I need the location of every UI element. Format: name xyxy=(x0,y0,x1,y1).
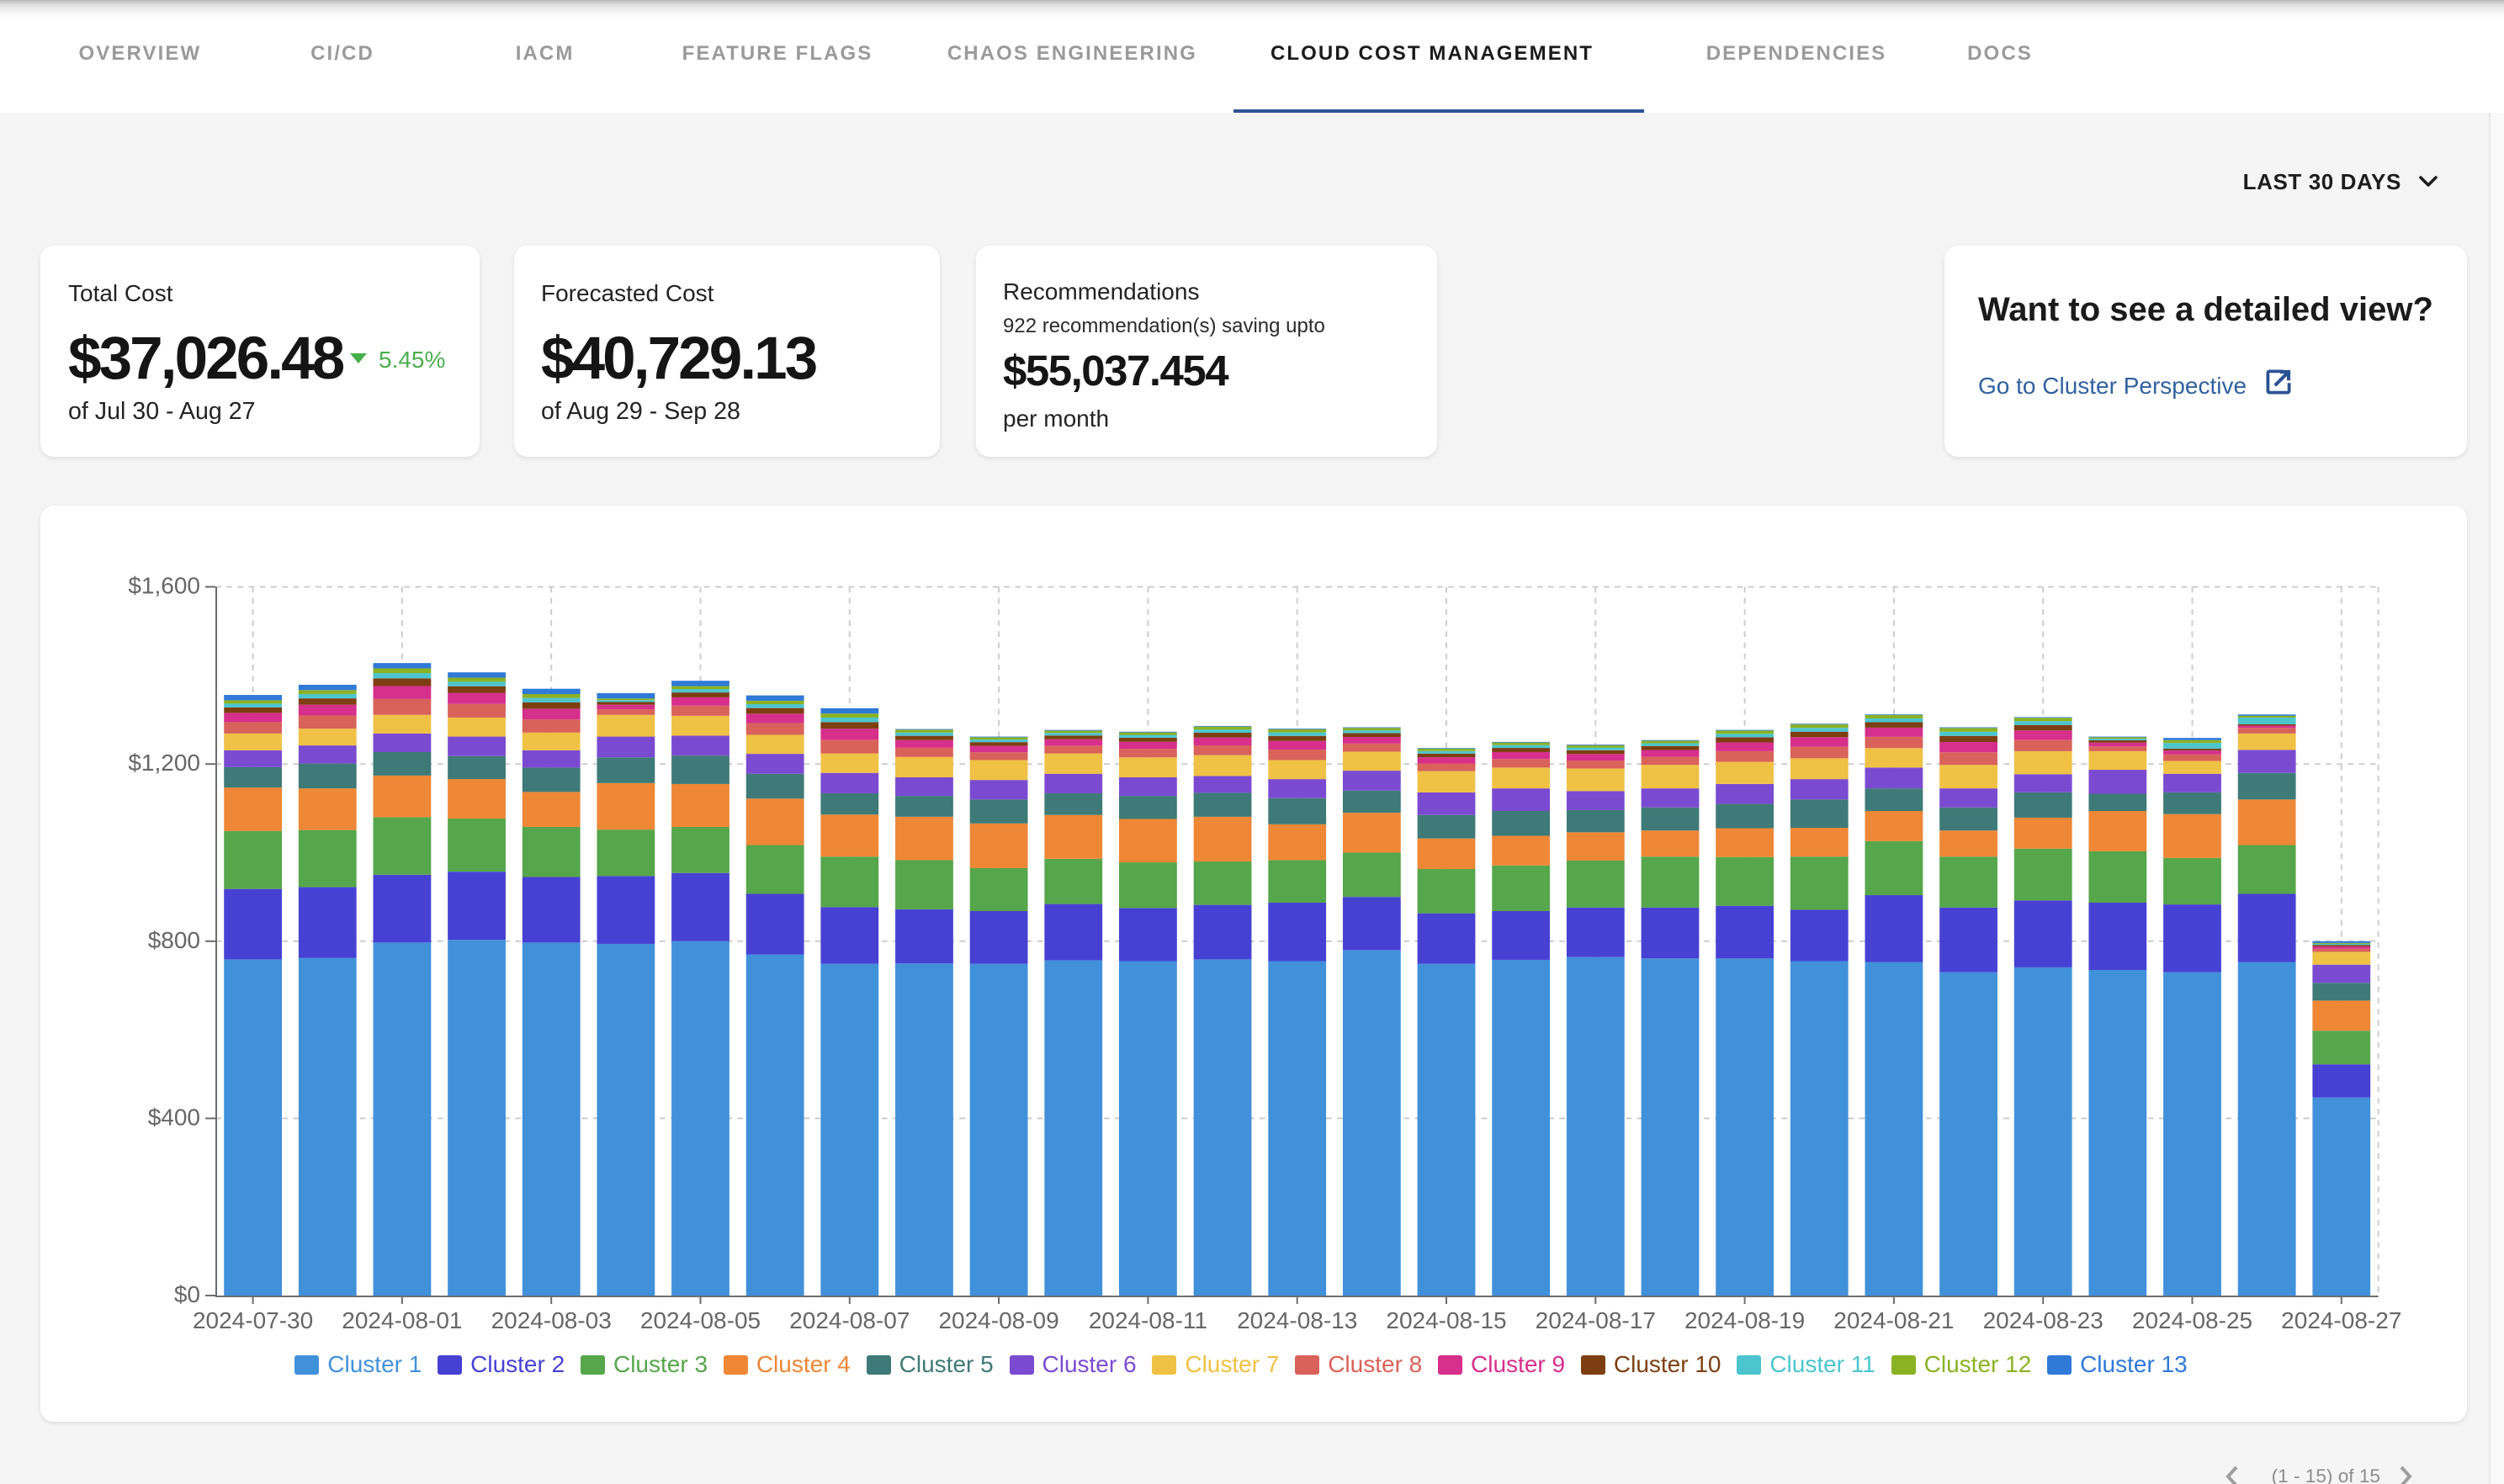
svg-text:$1,600: $1,600 xyxy=(128,573,200,599)
svg-text:2024-08-25: 2024-08-25 xyxy=(2132,1307,2252,1333)
svg-text:2024-08-01: 2024-08-01 xyxy=(342,1307,462,1333)
svg-text:2024-08-05: 2024-08-05 xyxy=(640,1307,761,1333)
svg-text:2024-08-15: 2024-08-15 xyxy=(1386,1307,1506,1333)
svg-text:2024-07-30: 2024-07-30 xyxy=(193,1307,313,1333)
svg-text:2024-08-11: 2024-08-11 xyxy=(1089,1307,1207,1333)
svg-text:2024-08-03: 2024-08-03 xyxy=(491,1307,612,1333)
svg-text:$1,200: $1,200 xyxy=(128,750,200,776)
svg-text:2024-08-07: 2024-08-07 xyxy=(789,1307,910,1333)
svg-text:2024-08-13: 2024-08-13 xyxy=(1237,1307,1357,1333)
svg-text:2024-08-19: 2024-08-19 xyxy=(1684,1307,1805,1333)
svg-text:$400: $400 xyxy=(148,1104,200,1130)
svg-text:2024-08-17: 2024-08-17 xyxy=(1536,1307,1656,1333)
svg-text:2024-08-21: 2024-08-21 xyxy=(1833,1307,1954,1333)
svg-text:$0: $0 xyxy=(174,1281,200,1307)
svg-text:2024-08-09: 2024-08-09 xyxy=(938,1307,1058,1333)
svg-text:2024-08-27: 2024-08-27 xyxy=(2281,1307,2401,1333)
svg-text:2024-08-23: 2024-08-23 xyxy=(1983,1307,2103,1333)
svg-text:$800: $800 xyxy=(148,927,200,953)
